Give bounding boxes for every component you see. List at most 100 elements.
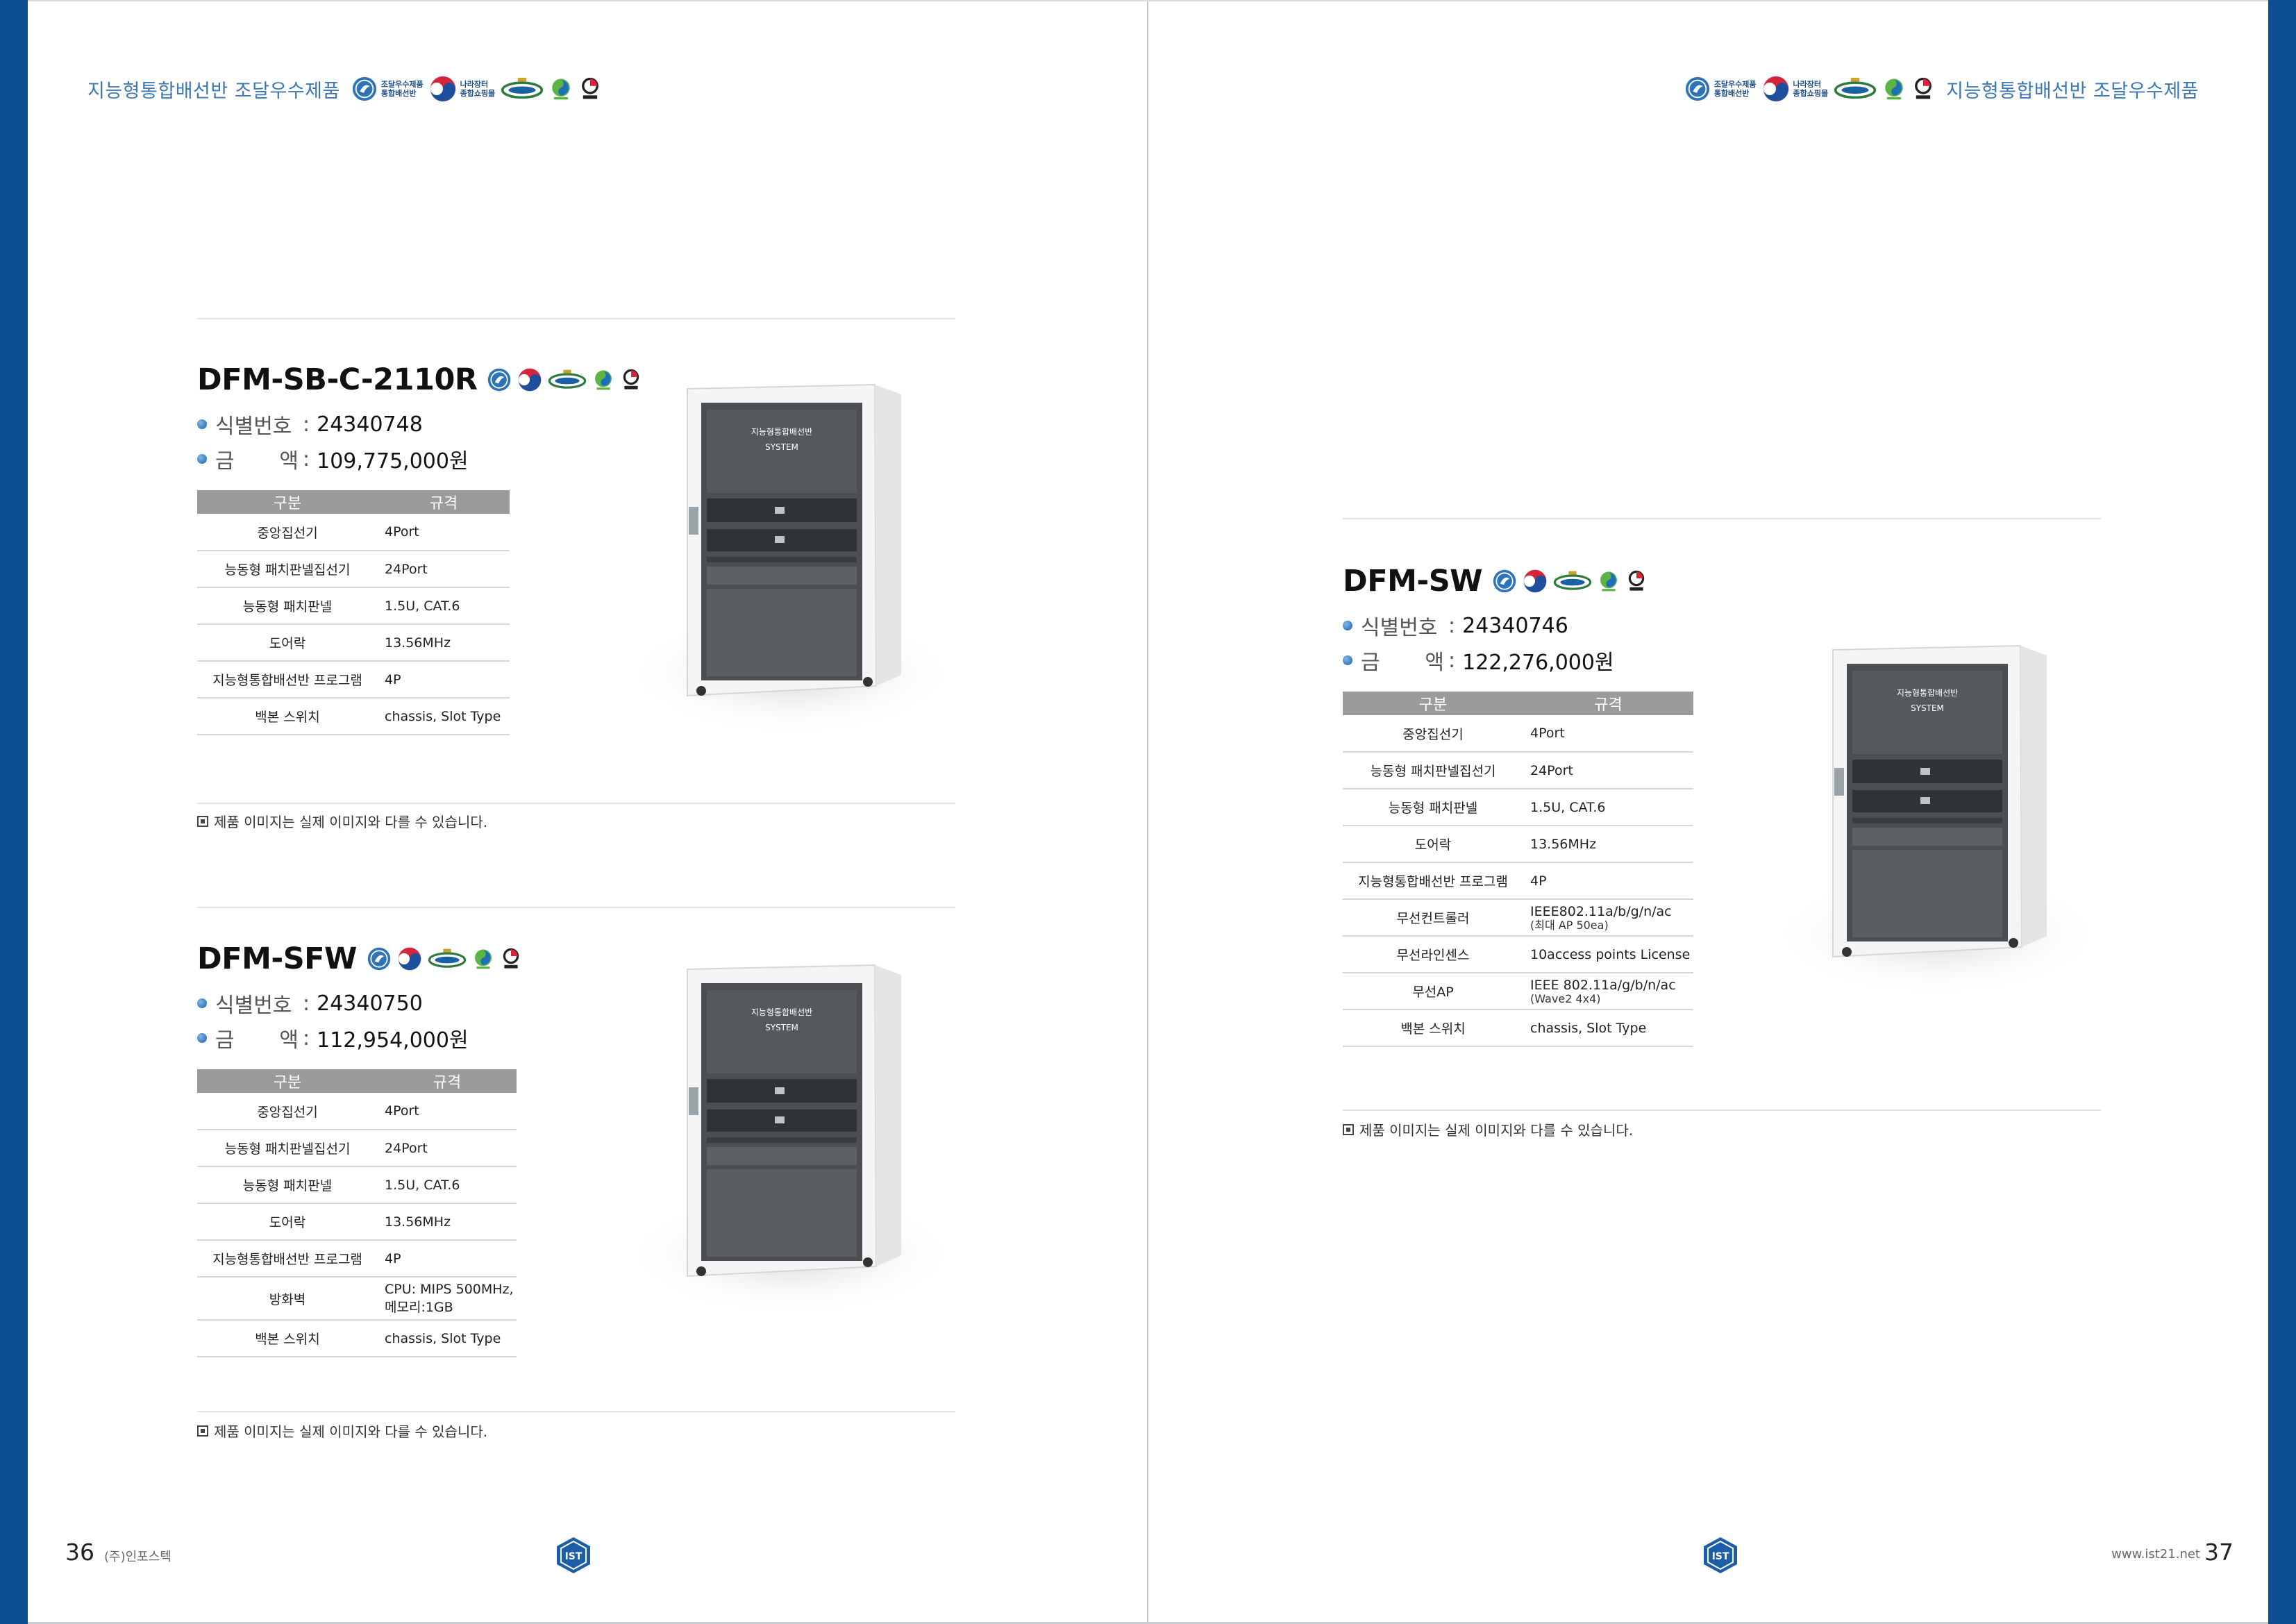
id-label: 식별번호 — [215, 415, 292, 439]
spec-value: 4P — [1530, 873, 1547, 889]
info-separator: : — [303, 991, 310, 1016]
spec-value: 1.5U, CAT.6 — [1530, 799, 1606, 815]
spec-item: 중앙집선기 — [197, 1093, 378, 1130]
spec-value-cell: 13.56MHz — [1523, 826, 1693, 863]
spec-value-sub: (Wave2 4x4) — [1530, 991, 1601, 1005]
id-number: 24340750 — [317, 991, 423, 1016]
spec-header-category: 구분 — [197, 1069, 378, 1093]
taeguk-icon — [517, 367, 542, 392]
price-label-char: 액 — [279, 1028, 299, 1053]
spec-item: 무선AP — [1343, 973, 1523, 1010]
spec-value-cell: chassis, Slot Type — [378, 1320, 517, 1357]
spec-value-cell: 4Port — [378, 1093, 517, 1130]
spec-item: 백본 스위치 — [1343, 1010, 1523, 1047]
grade-certification-icon — [548, 369, 587, 391]
section-rule — [197, 907, 955, 908]
bullet-icon — [1343, 655, 1352, 665]
table-row: 능동형 패치판넬 1.5U, CAT.6 — [197, 1166, 517, 1204]
price-line: 금 액:122,276,000원 — [1343, 643, 1693, 678]
left-edge-bar — [0, 0, 28, 1624]
spec-value-cell: 4P — [378, 661, 510, 698]
table-row: 중앙집선기 4Port — [197, 514, 510, 551]
note-text: 제품 이미지는 실제 이미지와 다를 수 있습니다. — [1359, 1122, 1634, 1139]
spec-item: 도어락 — [197, 1203, 378, 1241]
price-label-char: 금 — [215, 449, 235, 474]
spec-value-cell: 4P — [378, 1240, 517, 1278]
header-left: 지능형통합배선반 조달우수제품 조달우수제품 통합배선반 나라장터 종합쇼핑몰 — [87, 69, 602, 108]
spec-value: 10access points License — [1530, 946, 1691, 962]
table-row: 백본 스위치 chassis, Slot Type — [197, 1320, 517, 1357]
spec-value-cell: CPU: MIPS 500MHz, 메모리:1GB — [378, 1277, 517, 1321]
spec-item: 중앙집선기 — [1343, 715, 1523, 753]
table-row: 능동형 패치판넬 1.5U, CAT.6 — [197, 587, 510, 625]
procurement-mark-text: 조달우수제품 통합배선반 — [380, 80, 424, 98]
spec-value: IEEE 802.11a/g/b/n/ac — [1530, 977, 1676, 993]
bullet-icon — [197, 454, 207, 464]
table-row: 백본 스위치 chassis, Slot Type — [1343, 1010, 1693, 1047]
spec-header-spec: 규격 — [1523, 692, 1693, 715]
narajangteo-mark: 나라장터 종합쇼핑몰 — [429, 75, 495, 103]
info-separator: : — [303, 412, 310, 437]
spec-value: 24Port — [1530, 762, 1573, 778]
spec-value-cell: 10access points License — [1523, 936, 1693, 973]
cabinet-image: 지능형통합배선반 SYSTEM — [625, 383, 958, 736]
model-name: DFM-SW — [1343, 564, 1483, 598]
taeguk-icon — [397, 946, 422, 971]
procurement-mark: 조달우수제품 통합배선반 — [351, 76, 424, 102]
spec-item: 백본 스위치 — [197, 698, 378, 735]
table-row: 지능형통합배선반 프로그램 4P — [197, 1240, 517, 1278]
cabinet-label-line2: SYSTEM — [1911, 703, 1944, 713]
price-value: 112,954,000원 — [317, 1028, 469, 1053]
note-text: 제품 이미지는 실제 이미지와 다를 수 있습니다. — [214, 814, 488, 830]
spec-item: 지능형통합배선반 프로그램 — [197, 1240, 378, 1278]
spec-value-cell: chassis, Slot Type — [378, 698, 510, 735]
spec-item: 능동형 패치판넬집선기 — [1343, 752, 1523, 789]
info-separator: : — [303, 446, 310, 471]
model-name: DFM-SB-C-2110R — [197, 362, 478, 397]
id-label: 식별번호 — [215, 994, 292, 1018]
certification-marks: 조달우수제품 통합배선반 나라장터 종합쇼핑몰 — [351, 75, 602, 103]
table-row: 무선라인센스 10access points License — [1343, 936, 1693, 973]
price-line: 금 액:109,775,000원 — [197, 442, 642, 476]
patent-icon — [1625, 570, 1648, 592]
spec-value: 13.56MHz — [1530, 836, 1597, 852]
left-page-number: 36 — [65, 1539, 94, 1566]
product-info: 식별번호:24340750 금 액:112,954,000원 — [197, 986, 522, 1055]
table-row: 무선컨트롤러 IEEE802.11a/b/g/n/ac (최대 AP 50ea) — [1343, 899, 1693, 937]
price-value: 109,775,000원 — [317, 449, 469, 474]
patent-icon — [1911, 77, 1935, 101]
taeguk-icon — [1523, 569, 1548, 594]
spec-table: 구분 규격 중앙집선기 4Port 능동형 패치판넬집선기 24Port 능동형 패치판넬 1… — [197, 1069, 517, 1357]
table-row: 능동형 패치판넬집선기 24Port — [197, 1130, 517, 1167]
spec-value-line2: 메모리:1GB — [385, 1300, 453, 1315]
spec-value: 4Port — [385, 524, 419, 539]
spec-value-cell: 24Port — [1523, 752, 1693, 789]
spec-header-category: 구분 — [1343, 692, 1523, 715]
spec-value-cell: 1.5U, CAT.6 — [378, 587, 510, 625]
ist-logo-icon: IST — [555, 1536, 592, 1575]
spec-value-cell: 4Port — [378, 514, 510, 551]
spec-header-row: 구분 규격 — [197, 1069, 517, 1093]
patent-icon — [578, 77, 602, 101]
frame-top-line — [28, 0, 2268, 1]
product-heading: DFM-SW — [1343, 564, 1693, 598]
id-number-line: 식별번호:24340750 — [197, 986, 522, 1021]
id-number-line: 식별번호:24340746 — [1343, 608, 1693, 643]
cabinet-label-line1: 지능형통합배선반 — [751, 1007, 812, 1017]
product-card: DFM-SW 식별번호:24340746 금 액:122,276,000원구분 규격 중앙… — [1343, 564, 1693, 1047]
spec-item: 능동형 패치판넬집선기 — [197, 551, 378, 588]
logo-text: IST — [565, 1551, 583, 1562]
spec-header-spec: 규격 — [378, 490, 510, 514]
spec-value: chassis, Slot Type — [385, 1330, 501, 1346]
grade-certification-icon — [1553, 570, 1592, 592]
spec-value-cell: IEEE 802.11a/g/b/n/ac (Wave2 4x4) — [1523, 973, 1693, 1010]
green-product-icon — [1882, 77, 1906, 101]
grade-certification-icon — [428, 948, 467, 970]
ist-logo-icon: IST — [1702, 1536, 1738, 1575]
spec-table: 구분 규격 중앙집선기 4Port 능동형 패치판넬집선기 24Port 능동형 패치판넬 1… — [197, 490, 510, 735]
logo-text: IST — [1712, 1551, 1729, 1562]
spec-item: 중앙집선기 — [197, 514, 378, 551]
table-row: 중앙집선기 4Port — [1343, 715, 1693, 753]
company-name: (주)인포스텍 — [104, 1550, 171, 1564]
spec-value-cell: 13.56MHz — [378, 1203, 517, 1241]
